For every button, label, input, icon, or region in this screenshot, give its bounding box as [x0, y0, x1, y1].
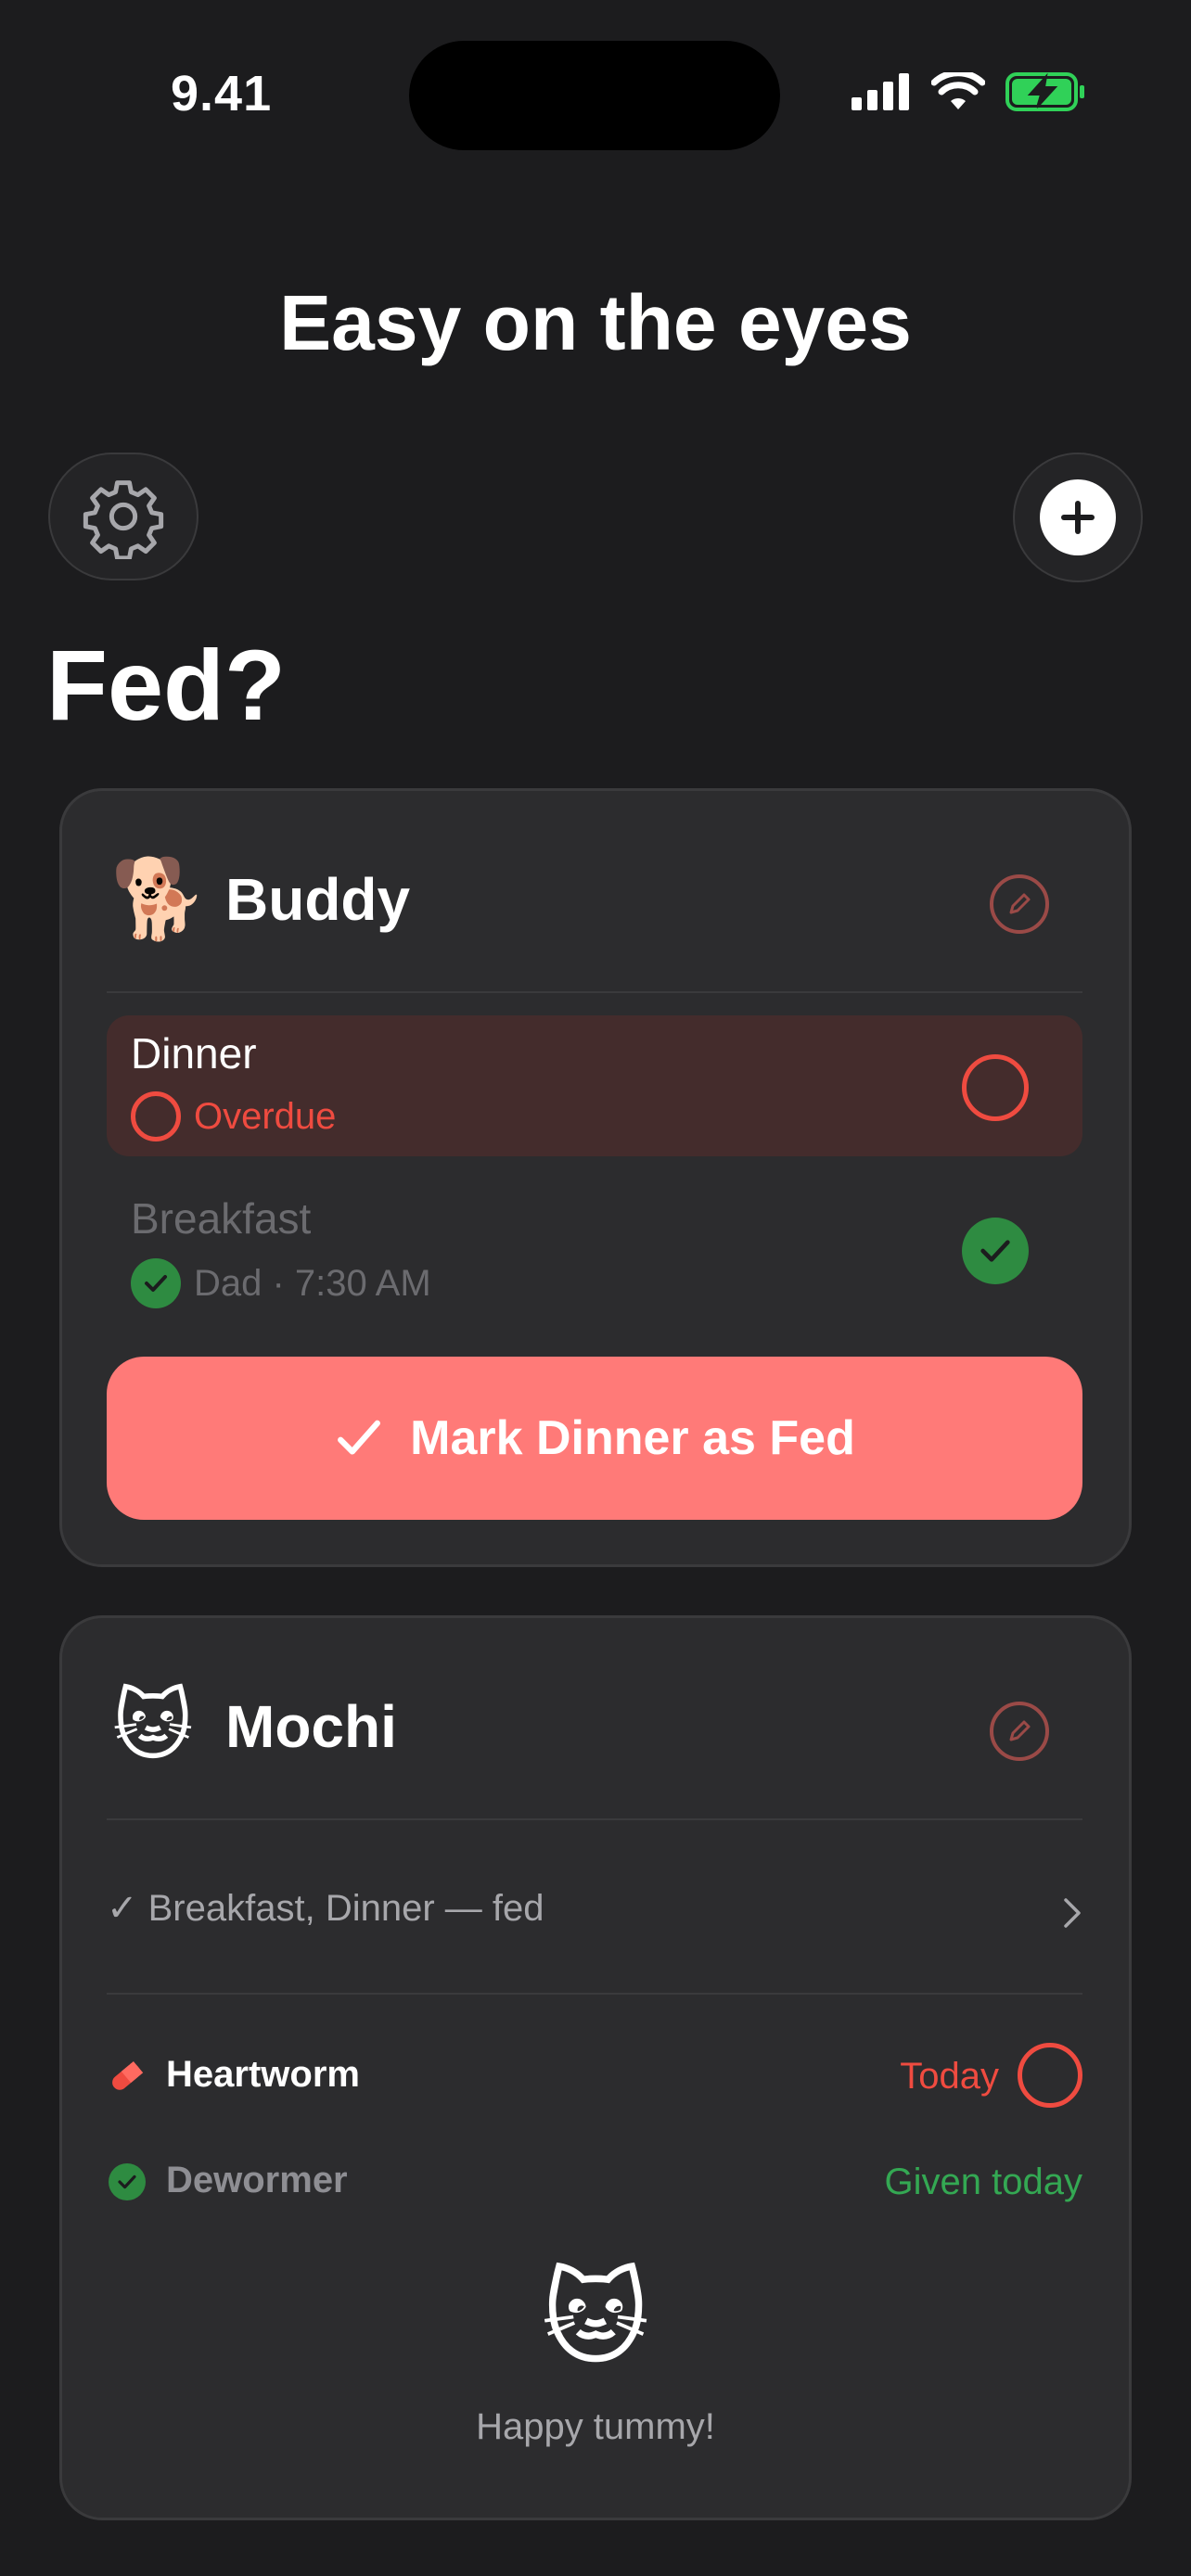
wifi-icon	[931, 72, 985, 109]
meal-status: Dad · 7:30 AM	[131, 1258, 431, 1308]
fed-check-toggle[interactable]	[962, 1218, 1029, 1284]
plus-icon	[1040, 479, 1116, 555]
gear-icon	[83, 480, 164, 559]
add-pet-button[interactable]	[1013, 453, 1143, 582]
meal-row-dinner[interactable]: Dinner Overdue	[107, 1015, 1082, 1156]
med-row-heartworm[interactable]: Heartworm Today	[107, 2039, 1082, 2113]
mark-fed-toggle[interactable]	[962, 1054, 1029, 1121]
med-due: Today	[900, 2056, 999, 2097]
pencil-icon	[1009, 893, 1031, 914]
edit-pet-button[interactable]	[990, 1702, 1049, 1761]
mark-fed-button[interactable]: Mark Dinner as Fed	[107, 1357, 1082, 1520]
check-circle-icon	[109, 2163, 146, 2200]
status-icons	[852, 72, 1085, 111]
pet-card-mochi: 🐱 Mochi ✓ Breakfast, Dinner — fed Heartw…	[59, 1615, 1132, 2520]
med-name: Dewormer	[166, 2160, 348, 2200]
status-time: 9.41	[171, 66, 273, 121]
med-name: Heartworm	[166, 2054, 360, 2095]
chevron-right-icon	[1064, 1898, 1081, 1928]
meal-status-text: Dad · 7:30 AM	[194, 1262, 431, 1304]
give-med-toggle[interactable]	[1018, 2043, 1082, 2108]
meals-summary: ✓ Breakfast, Dinner — fed	[107, 1888, 544, 1929]
pet-avatar: 🐱	[112, 1682, 194, 1769]
check-circle-icon	[131, 1258, 181, 1308]
happy-text: Happy tummy!	[476, 2406, 715, 2447]
mark-fed-label: Mark Dinner as Fed	[410, 1411, 855, 1465]
checkmark-icon	[338, 1420, 381, 1455]
happy-cat-emoji: 🐱	[541, 2261, 650, 2377]
dynamic-island	[409, 41, 780, 150]
divider	[107, 991, 1082, 993]
signal-icon	[852, 73, 909, 110]
pill-icon	[112, 2060, 144, 2090]
overdue-ring-icon	[131, 1091, 181, 1141]
meal-row-breakfast[interactable]: Breakfast Dad · 7:30 AM	[107, 1180, 1082, 1329]
med-row-dewormer[interactable]: Dewormer Given today	[107, 2145, 1082, 2219]
pencil-icon	[1009, 1720, 1031, 1741]
battery-charging-icon	[1005, 72, 1084, 111]
meal-status: Overdue	[131, 1091, 336, 1141]
pet-name: Buddy	[225, 866, 411, 933]
page-title: Fed?	[46, 629, 286, 741]
med-given: Given today	[884, 2162, 1082, 2202]
meal-name: Breakfast	[131, 1194, 312, 1243]
meal-status-text: Overdue	[194, 1095, 337, 1137]
edit-pet-button[interactable]	[990, 874, 1049, 934]
pet-name: Mochi	[225, 1693, 397, 1760]
meal-name: Dinner	[131, 1029, 257, 1078]
pet-card-buddy: 🐕 Buddy Dinner Overdue Breakfast Dad · 7…	[59, 788, 1132, 1567]
hero-title: Easy on the eyes	[279, 279, 912, 366]
pet-avatar: 🐕	[110, 855, 208, 942]
meals-summary-row[interactable]: ✓ Breakfast, Dinner — fed	[107, 1824, 1082, 1991]
divider	[107, 1993, 1082, 1995]
settings-button[interactable]	[48, 453, 198, 580]
divider	[107, 1818, 1082, 1820]
